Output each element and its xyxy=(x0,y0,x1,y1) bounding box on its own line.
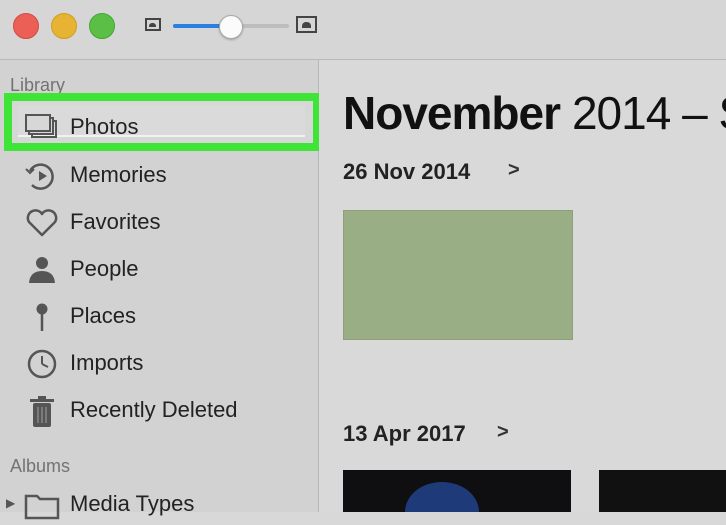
photos-icon xyxy=(24,113,60,143)
sidebar-item-label: Favorites xyxy=(70,209,161,234)
trash-icon xyxy=(24,396,60,427)
clock-icon xyxy=(24,349,60,379)
disclosure-triangle-icon[interactable]: ▶ xyxy=(6,496,15,510)
sidebar-item-memories[interactable]: Memories xyxy=(20,155,310,195)
zoom-slider[interactable] xyxy=(173,15,289,39)
sidebar-item-photos[interactable]: Photos xyxy=(20,107,310,147)
sidebar-item-label: Places xyxy=(70,303,137,328)
moment-date-header[interactable]: 26 Nov 2014 xyxy=(343,159,470,185)
sidebar-item-label: People xyxy=(70,256,139,281)
person-icon xyxy=(24,255,60,285)
sidebar-item-people[interactable]: People xyxy=(20,249,310,289)
photo-thumbnail[interactable] xyxy=(599,470,726,512)
sidebar-item-imports[interactable]: Imports xyxy=(20,343,310,383)
sidebar-item-label: Photos xyxy=(70,114,139,139)
maximize-window-button[interactable] xyxy=(89,13,115,39)
heart-icon xyxy=(24,208,60,238)
zoom-slider-thumb[interactable] xyxy=(218,15,243,39)
sidebar-item-favorites[interactable]: Favorites xyxy=(20,202,310,242)
chevron-right-icon[interactable]: > xyxy=(508,159,520,182)
sidebar-item-places[interactable]: Places xyxy=(20,296,310,336)
month-title: November2014 – S xyxy=(343,86,726,140)
minimize-window-button[interactable] xyxy=(51,13,77,39)
photo-thumbnail[interactable] xyxy=(343,210,573,340)
albums-section-header: Albums xyxy=(10,456,71,476)
sidebar-item-label: Media Types xyxy=(70,491,195,516)
sidebar-item-label: Recently Deleted xyxy=(70,397,238,422)
moment-date-header[interactable]: 13 Apr 2017 xyxy=(343,421,466,447)
memories-icon xyxy=(24,161,60,191)
photos-main-view: November2014 – S 26 Nov 2014 > 13 Apr 20… xyxy=(319,60,726,512)
sidebar-item-label: Imports xyxy=(70,350,144,375)
close-window-button[interactable] xyxy=(13,13,39,39)
sidebar-item-media-types[interactable]: ▶ Media Types xyxy=(6,484,296,524)
sidebar-item-label: Memories xyxy=(70,162,167,187)
title-bar xyxy=(0,0,726,60)
photo-thumbnail[interactable] xyxy=(343,470,571,512)
zoom-out-icon[interactable] xyxy=(145,18,161,31)
zoom-in-icon[interactable] xyxy=(296,16,317,33)
pin-icon xyxy=(24,302,60,332)
sidebar-item-recently-deleted[interactable]: Recently Deleted xyxy=(20,390,310,430)
month-name: November xyxy=(343,87,561,139)
folder-icon xyxy=(24,490,60,520)
chevron-right-icon[interactable]: > xyxy=(497,421,509,444)
photo-subject xyxy=(405,482,479,512)
month-range: 2014 – S xyxy=(571,87,726,139)
